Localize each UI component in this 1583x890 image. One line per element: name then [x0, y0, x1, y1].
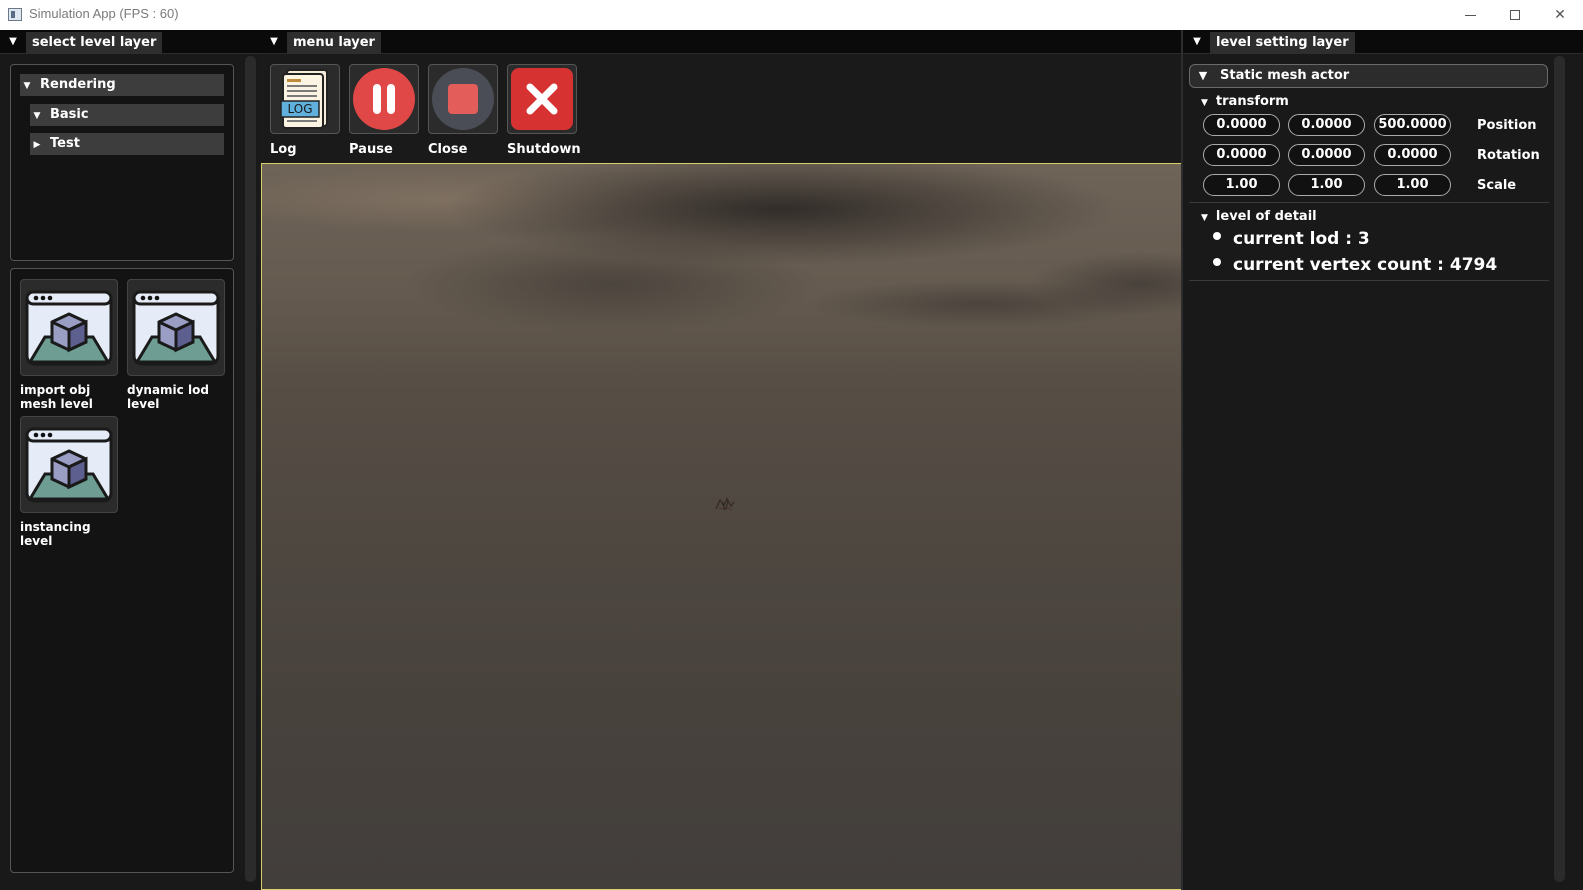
- log-file-icon: LOG: [280, 69, 328, 129]
- expanded-arrow-icon: ▼: [23, 81, 31, 91]
- level-label: import obj mesh level: [20, 383, 93, 411]
- level-window-cube-icon[interactable]: [20, 416, 118, 513]
- window-title: Simulation App (FPS : 60): [29, 6, 179, 21]
- minimize-icon: [1464, 14, 1476, 16]
- scale-x-field[interactable]: 1.00: [1203, 174, 1280, 196]
- tree-node-test[interactable]: ▶ Test: [30, 133, 224, 155]
- expanded-arrow-icon: ▼: [1198, 69, 1208, 82]
- level-tree: ▼ Rendering ▼ Basic ▶ Test: [10, 64, 234, 261]
- close-level-button[interactable]: [428, 64, 498, 134]
- level-item-instancing[interactable]: instancing level: [20, 416, 118, 548]
- subheader-label: level of detail: [1215, 209, 1317, 224]
- scale-label: Scale: [1477, 178, 1517, 193]
- pause-icon: [353, 68, 415, 130]
- panel-header: ▼ select level layer: [0, 30, 258, 54]
- vertex-count-item: current vertex count : 4794: [1213, 255, 1497, 275]
- level-of-detail-header[interactable]: ▼ level of detail: [1201, 209, 1317, 224]
- scene-viewport[interactable]: [261, 163, 1182, 890]
- menu-panel: ▼ menu layer LOG Log Pause Close Shutdow…: [258, 30, 1183, 890]
- rotation-label: Rotation: [1477, 148, 1540, 163]
- tab-menu-layer[interactable]: menu layer: [287, 32, 381, 54]
- level-window-cube-icon[interactable]: [20, 279, 118, 376]
- level-window-cube-icon[interactable]: [127, 279, 225, 376]
- scale-y-field[interactable]: 1.00: [1288, 174, 1365, 196]
- divider: [1189, 280, 1549, 281]
- stop-icon: [432, 68, 494, 130]
- tree-node-label: Basic: [50, 107, 89, 122]
- position-x-field[interactable]: 0.0000: [1203, 114, 1280, 136]
- log-button[interactable]: LOG: [270, 64, 340, 134]
- maximize-icon: [1510, 10, 1520, 20]
- section-title: Static mesh actor: [1220, 68, 1350, 83]
- bullet-icon: [1213, 232, 1221, 240]
- level-label: dynamic lod level: [127, 383, 209, 411]
- expanded-arrow-icon: ▼: [1201, 98, 1208, 108]
- level-item-dynamic-lod[interactable]: dynamic lod level: [127, 279, 225, 411]
- rotation-x-field[interactable]: 0.0000: [1203, 144, 1280, 166]
- static-mesh-actor-header[interactable]: ▼ Static mesh actor: [1189, 64, 1548, 88]
- subheader-label: transform: [1215, 94, 1289, 109]
- close-window-button[interactable]: ✕: [1537, 0, 1583, 30]
- level-setting-panel: ▼ level setting layer ▼ Static mesh actor…: [1183, 30, 1583, 890]
- panel-header: ▼ level setting layer: [1183, 30, 1583, 54]
- current-lod-item: current lod : 3: [1213, 229, 1370, 249]
- expanded-arrow-icon: ▼: [1201, 213, 1208, 223]
- panel-menu-icon[interactable]: ▼: [1190, 35, 1204, 49]
- transform-header[interactable]: ▼ transform: [1201, 94, 1289, 109]
- tool-label: Pause: [349, 142, 393, 157]
- maximize-button[interactable]: [1492, 0, 1538, 30]
- level-item-import-obj[interactable]: import obj mesh level: [20, 279, 118, 411]
- tree-node-label: Rendering: [40, 77, 116, 92]
- svg-text:LOG: LOG: [287, 102, 312, 116]
- bullet-icon: [1213, 258, 1221, 266]
- close-tool[interactable]: Close: [428, 64, 498, 157]
- panel-menu-icon[interactable]: ▼: [6, 35, 20, 49]
- panel-menu-icon[interactable]: ▼: [267, 35, 281, 49]
- right-panel-scrollbar[interactable]: [1554, 56, 1565, 882]
- left-panel-scrollbar[interactable]: [245, 56, 256, 882]
- shutdown-tool[interactable]: Shutdown: [507, 64, 581, 157]
- scale-z-field[interactable]: 1.00: [1374, 174, 1451, 196]
- vertex-count-text: current vertex count : 4794: [1233, 255, 1498, 275]
- shutdown-x-icon: [511, 68, 573, 130]
- log-tool[interactable]: LOG Log: [270, 64, 340, 157]
- collapsed-arrow-icon: ▶: [33, 140, 41, 150]
- panel-header: ▼ menu layer: [258, 30, 1183, 54]
- rotation-z-field[interactable]: 0.0000: [1374, 144, 1451, 166]
- position-y-field[interactable]: 0.0000: [1288, 114, 1365, 136]
- tab-level-setting-layer[interactable]: level setting layer: [1210, 32, 1355, 54]
- tool-label: Close: [428, 142, 468, 157]
- tool-label: Shutdown: [507, 142, 581, 157]
- minimize-button[interactable]: [1447, 0, 1493, 30]
- level-list: import obj mesh level dynamic lod level: [10, 268, 234, 873]
- tree-node-rendering[interactable]: ▼ Rendering: [20, 74, 224, 96]
- tree-node-basic[interactable]: ▼ Basic: [30, 104, 224, 126]
- close-icon: ✕: [1554, 7, 1566, 23]
- pause-button[interactable]: [349, 64, 419, 134]
- app-icon: [8, 8, 22, 21]
- current-lod-text: current lod : 3: [1233, 229, 1370, 249]
- tree-node-label: Test: [50, 136, 80, 151]
- expanded-arrow-icon: ▼: [33, 111, 41, 121]
- shutdown-button[interactable]: [507, 64, 577, 134]
- divider: [1189, 202, 1549, 203]
- static-mesh-object: [715, 497, 735, 511]
- tab-select-level-layer[interactable]: select level layer: [26, 32, 163, 54]
- rotation-y-field[interactable]: 0.0000: [1288, 144, 1365, 166]
- position-z-field[interactable]: 500.0000: [1374, 114, 1451, 136]
- position-label: Position: [1477, 118, 1537, 133]
- level-label: instancing level: [20, 520, 91, 548]
- tool-label: Log: [270, 142, 297, 157]
- select-level-panel: ▼ select level layer ▼ Rendering ▼ Basic ▶…: [0, 30, 258, 890]
- pause-tool[interactable]: Pause: [349, 64, 419, 157]
- window-titlebar: Simulation App (FPS : 60) ✕: [0, 0, 1583, 30]
